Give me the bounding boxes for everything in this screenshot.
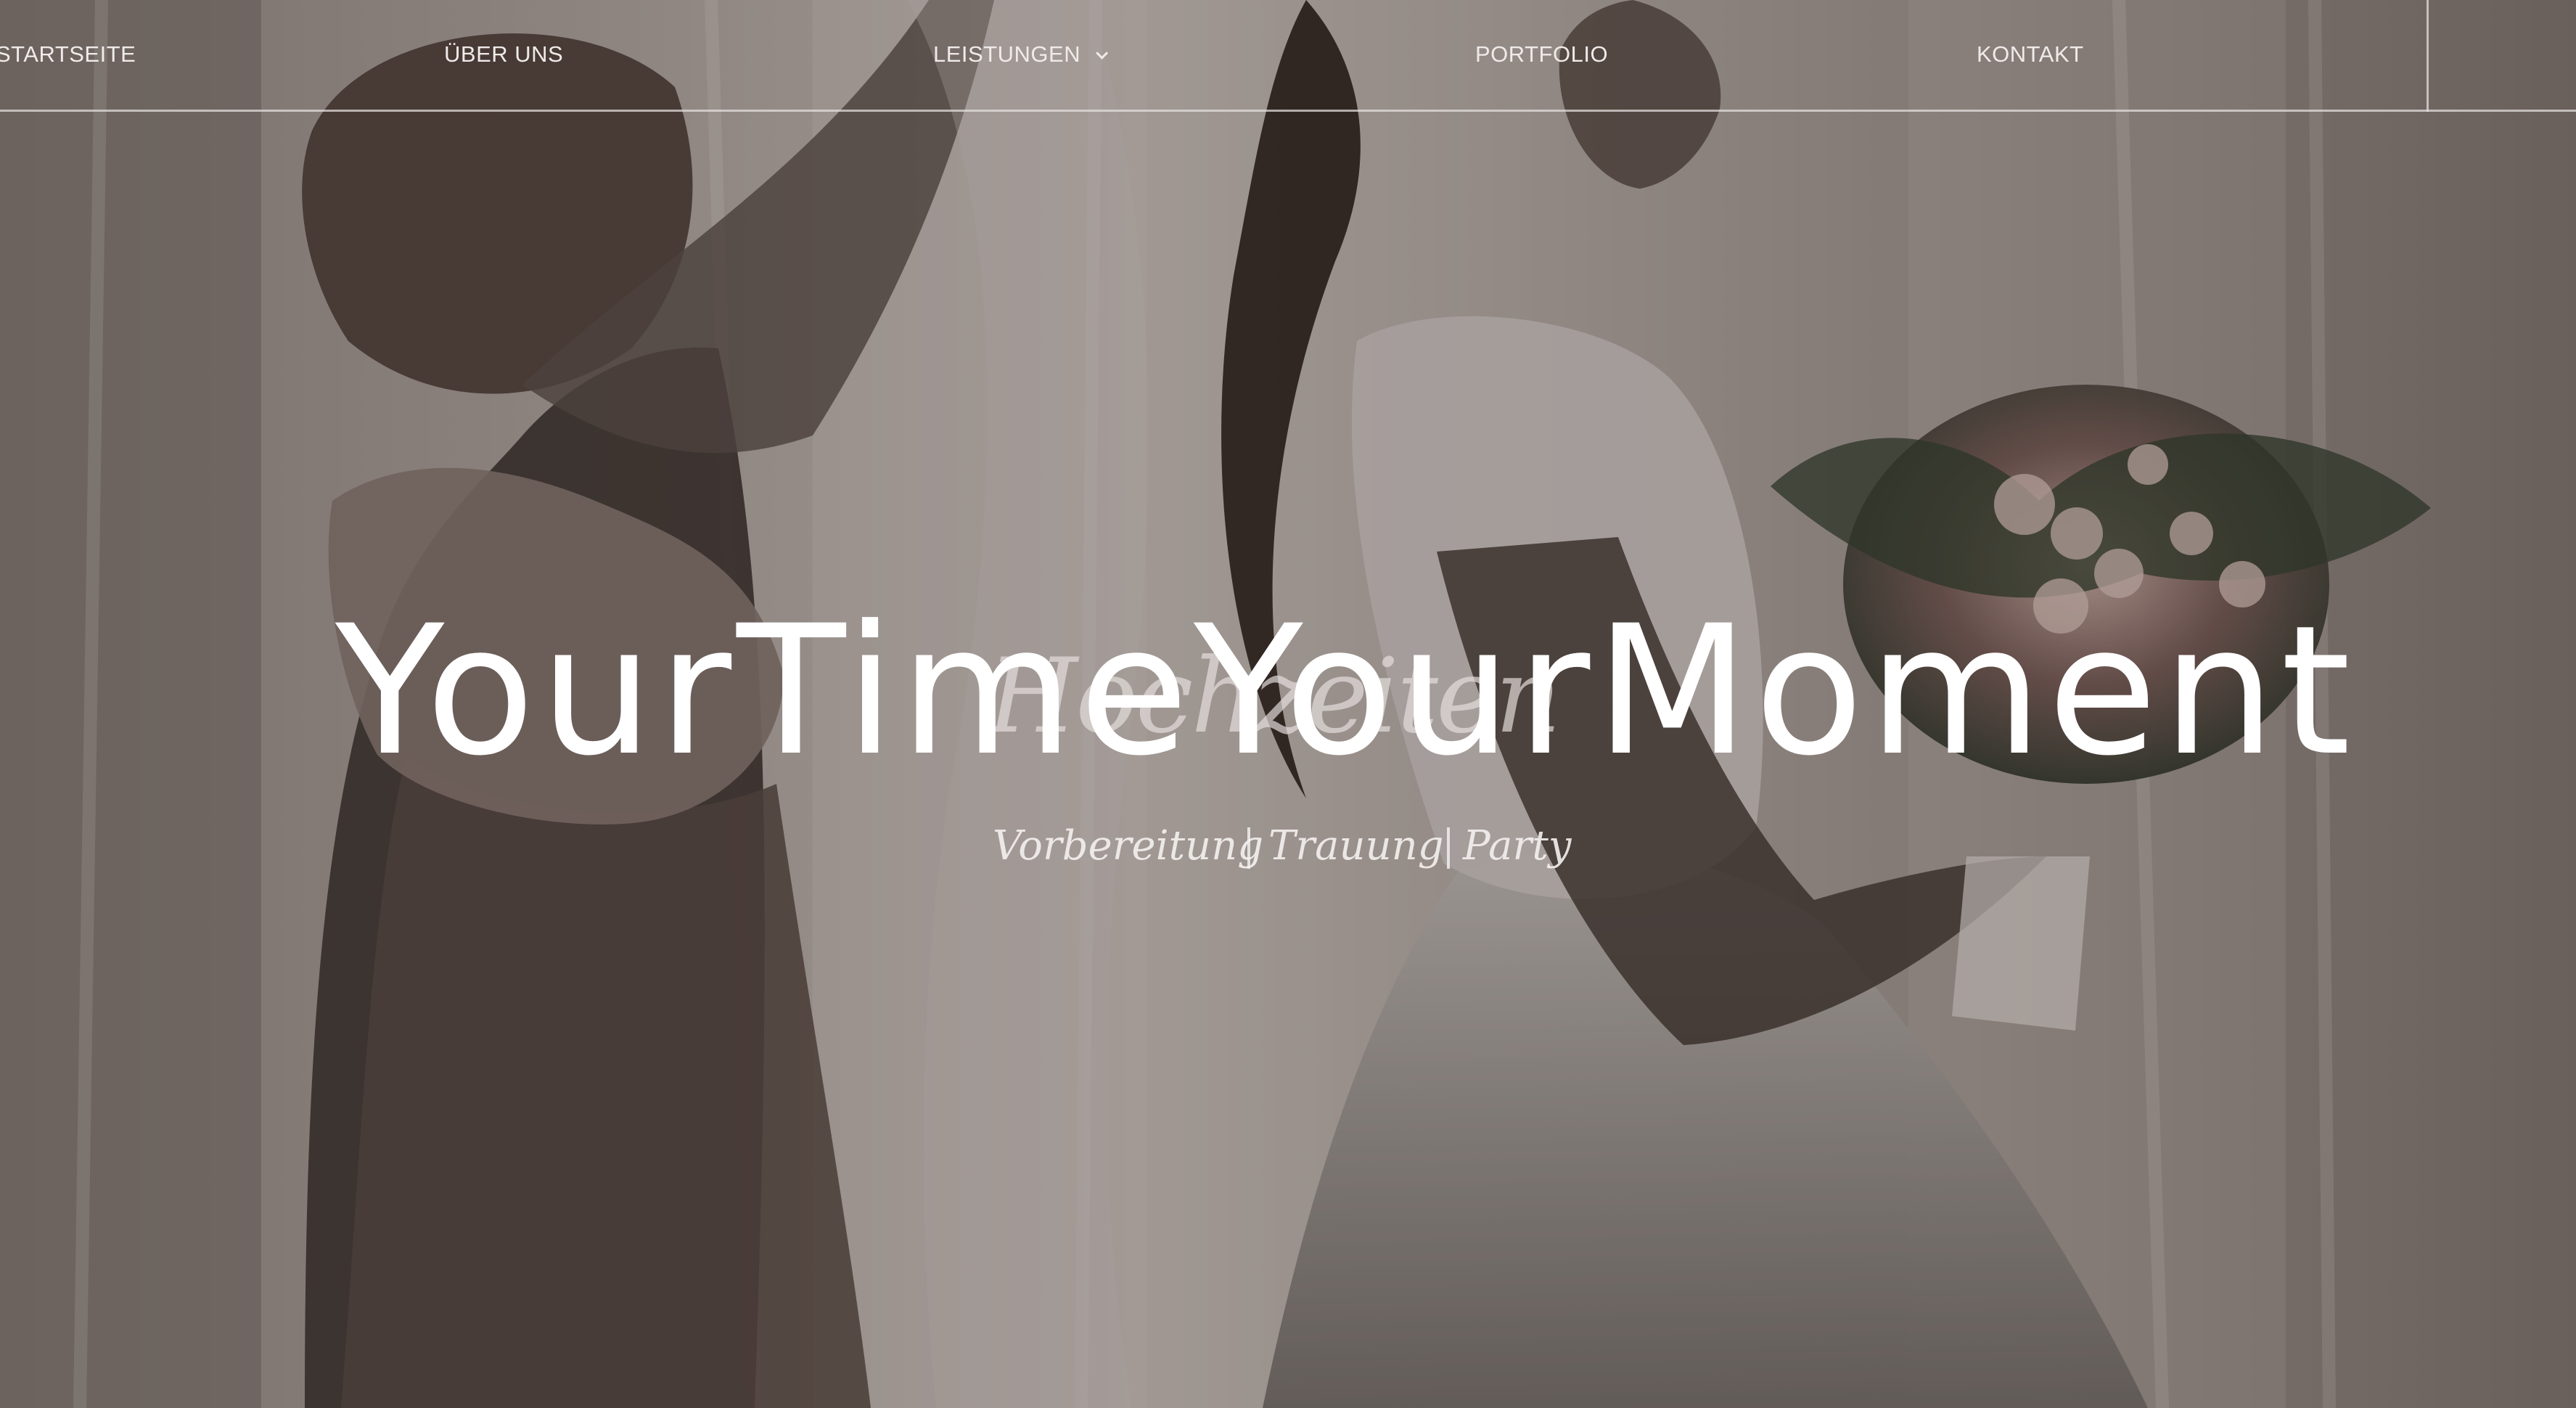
nav-link-portfolio[interactable]: PORTFOLIO [1475, 39, 1608, 70]
main-navigation: STARTSEITE ÜBER UNS LEISTUNGEN PORTFOLIO… [0, 0, 2576, 112]
wedding-hero: STARTSEITE ÜBER UNS LEISTUNGEN PORTFOLIO… [0, 0, 2576, 1408]
nav-vertical-divider [2427, 0, 2429, 112]
subtitle-trauung: Trauung [1268, 822, 1444, 869]
nav-link-kontakt[interactable]: KONTAKT [1977, 39, 2084, 70]
nav-link-leistungen[interactable]: LEISTUNGEN [933, 39, 1109, 70]
subtitle-separator [1447, 827, 1450, 869]
chevron-down-icon [1096, 46, 1109, 60]
nav-link-startseite[interactable]: STARTSEITE [0, 39, 136, 70]
subtitle-separator [1247, 827, 1250, 869]
subtitle-party: Party [1463, 822, 1572, 869]
subtitle-vorbereitung: Vorbereitung [993, 822, 1264, 869]
hero-title: YourTimeYourMoment [335, 588, 2356, 795]
nav-link-leistungen-label: LEISTUNGEN [933, 41, 1081, 67]
hero-subtitle: Vorbereitung Trauung Party [993, 820, 1588, 872]
nav-link-ueber-uns[interactable]: ÜBER UNS [444, 39, 563, 70]
